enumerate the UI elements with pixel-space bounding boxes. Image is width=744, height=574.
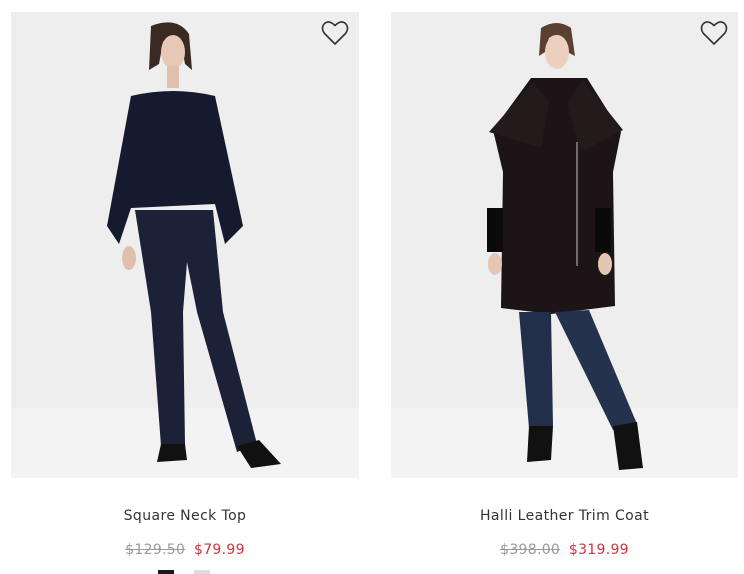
sale-price: $79.99 (193, 542, 245, 558)
product-card-square-neck-top[interactable]: Square Neck Top $129.50 $79.99 (11, 12, 359, 558)
wishlist-heart-icon[interactable] (321, 20, 349, 46)
color-swatches (158, 570, 210, 574)
product-grid: Square Neck Top $129.50 $79.99 Halli Lea… (0, 0, 744, 574)
product-image[interactable] (391, 12, 738, 478)
original-price: $129.50 (125, 542, 186, 558)
product-image[interactable] (11, 12, 359, 478)
model-photo-black-coat-jeans (487, 23, 643, 470)
product-card-halli-leather-trim-coat[interactable]: Halli Leather Trim Coat $398.00 $319.99 (391, 12, 738, 558)
color-swatch-black[interactable] (158, 570, 174, 574)
product-price: $398.00 $319.99 (391, 542, 738, 558)
wishlist-heart-icon[interactable] (700, 20, 728, 46)
original-price: $398.00 (500, 542, 561, 558)
product-price: $129.50 $79.99 (11, 542, 359, 558)
model-photo-navy-top-trousers (107, 22, 281, 468)
product-name[interactable]: Square Neck Top (11, 508, 359, 524)
sale-price: $319.99 (568, 542, 629, 558)
color-swatch-light[interactable] (194, 570, 210, 574)
product-name[interactable]: Halli Leather Trim Coat (391, 508, 738, 524)
